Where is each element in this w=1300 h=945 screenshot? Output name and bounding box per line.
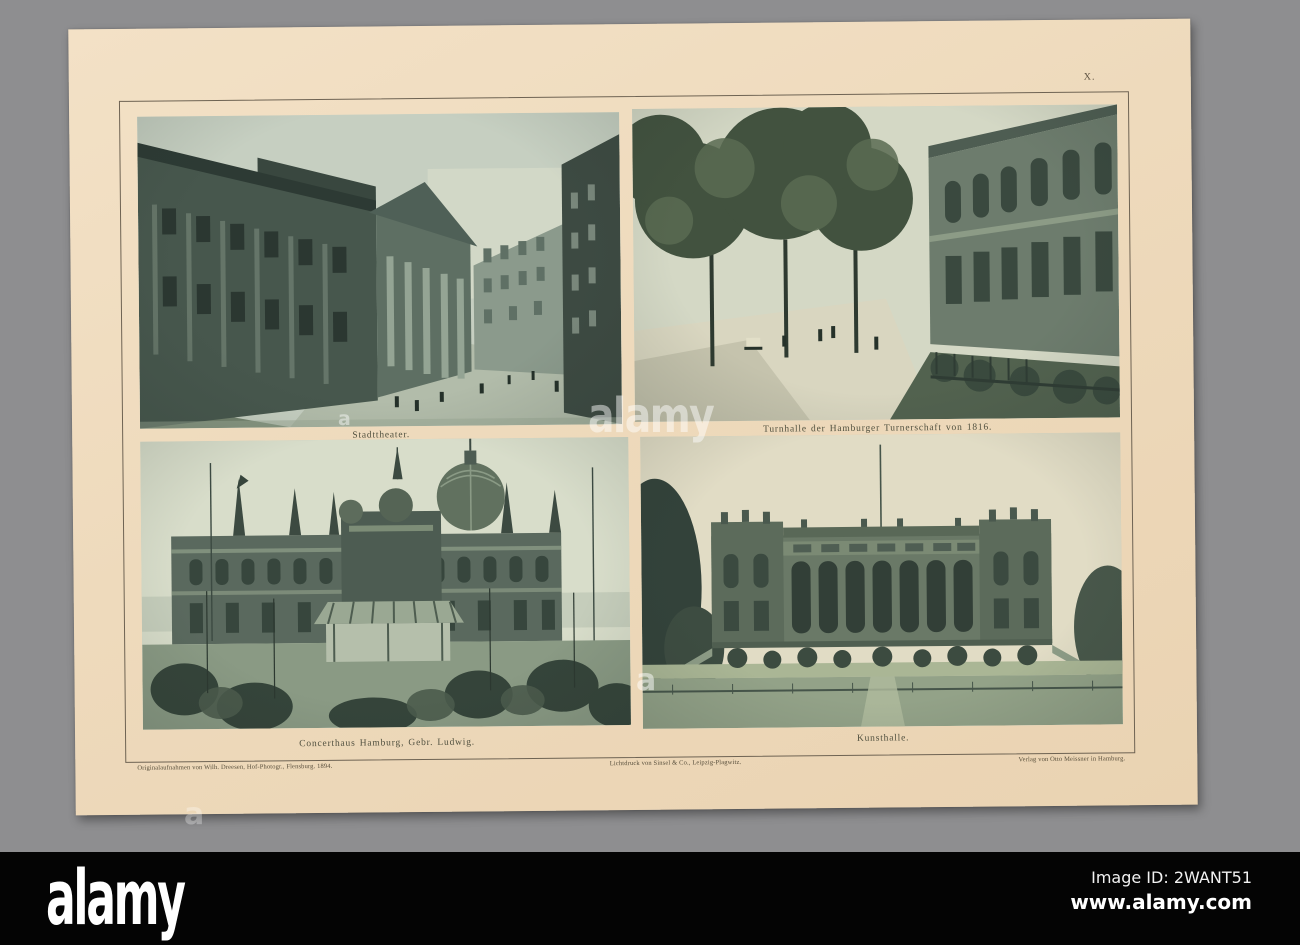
alamy-footer-bar: alamy Image ID: 2WANT51 www.alamy.com xyxy=(0,852,1300,945)
image-id-text: Image ID: 2WANT51 xyxy=(1091,868,1252,887)
imprint-publisher: Verlag von Otto Meissner in Hamburg. xyxy=(1018,755,1126,764)
stadttheater-illustration xyxy=(137,112,623,429)
imprint-printer: Lichtdruck von Sinsel & Co., Leipzig-Pla… xyxy=(609,758,742,768)
scanned-print-scene: X. Stadttheater. Turnhalle der Hamburger… xyxy=(0,0,1300,945)
print-paper-sheet: X. Stadttheater. Turnhalle der Hamburger… xyxy=(68,18,1198,816)
alamy-url-text: www.alamy.com xyxy=(1070,889,1252,914)
alamy-logo: alamy xyxy=(46,853,186,942)
photo-kunsthalle xyxy=(640,432,1123,729)
kunsthalle-illustration xyxy=(640,432,1123,729)
photo-turnhalle xyxy=(632,104,1121,422)
plate-number: X. xyxy=(1083,71,1096,83)
imprint-photographer: Originalaufnahmen von Wilh. Dreesen, Hof… xyxy=(137,762,333,772)
photo-stadttheater xyxy=(137,112,623,429)
turnhalle-illustration xyxy=(632,104,1121,422)
footer-info: Image ID: 2WANT51 www.alamy.com xyxy=(1070,867,1252,916)
concerthaus-illustration xyxy=(140,437,631,730)
photo-concerthaus xyxy=(140,437,631,730)
